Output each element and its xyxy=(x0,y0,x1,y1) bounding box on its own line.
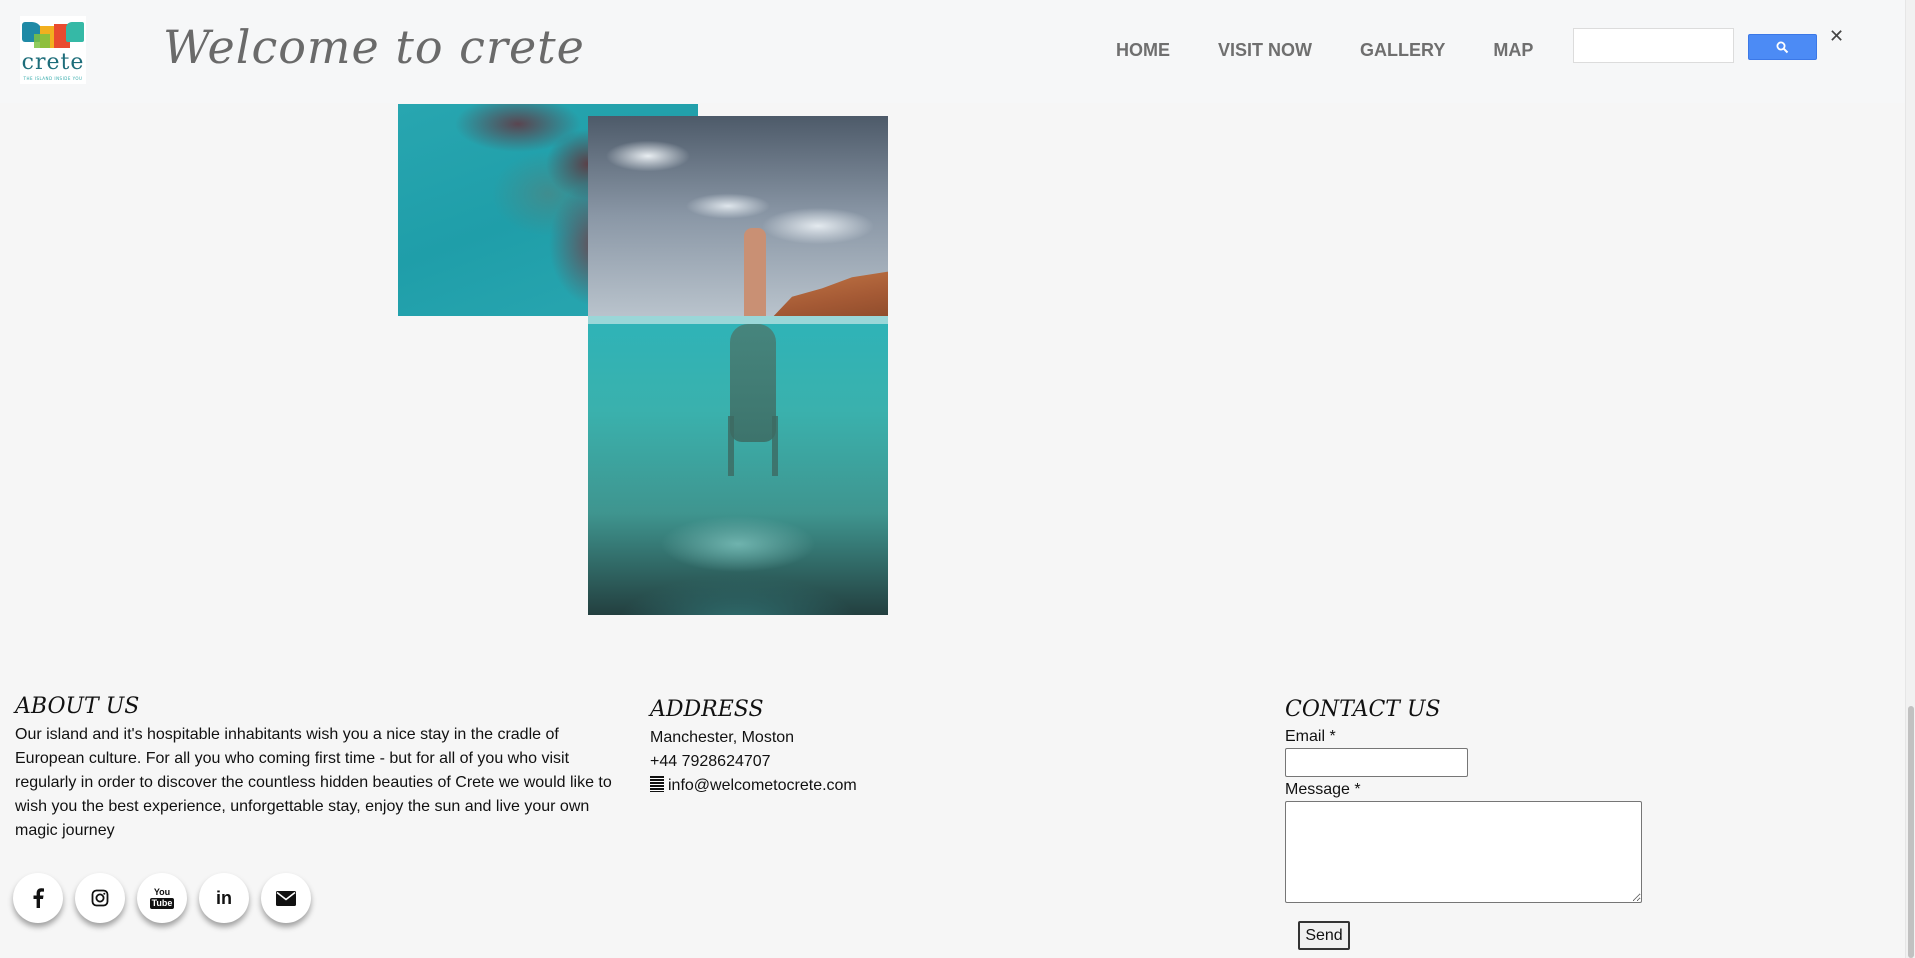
nav-home[interactable]: HOME xyxy=(1116,40,1170,61)
crete-logo[interactable]: crete THE ISLAND INSIDE YOU xyxy=(20,16,86,84)
message-field[interactable] xyxy=(1285,801,1642,903)
contact-section: CONTACT US Email * Message * xyxy=(1285,697,1685,907)
close-icon[interactable]: ✕ xyxy=(1829,26,1844,47)
youtube-icon[interactable]: You Tube xyxy=(137,873,187,923)
youtube-you: You xyxy=(153,886,171,897)
facebook-icon[interactable] xyxy=(13,873,63,923)
facebook-glyph xyxy=(33,888,44,908)
social-links: You Tube in xyxy=(13,873,323,923)
scrollbar-thumb[interactable] xyxy=(1908,706,1914,958)
photo-waterline xyxy=(588,316,888,324)
message-label: Message * xyxy=(1285,781,1361,798)
envelope-glyph xyxy=(276,890,296,906)
linkedin-glyph: in xyxy=(216,887,232,908)
email-label: Email * xyxy=(1285,728,1336,745)
about-heading: ABOUT US xyxy=(15,694,140,719)
search-input[interactable] xyxy=(1573,28,1734,63)
address-email-row: info@welcometocrete.com xyxy=(650,774,1150,798)
instagram-glyph xyxy=(91,889,109,907)
main-nav: HOME VISIT NOW GALLERY MAP xyxy=(1116,40,1581,61)
photo-legs xyxy=(744,228,766,320)
address-email[interactable]: info@welcometocrete.com xyxy=(668,777,857,794)
send-button[interactable]: Send xyxy=(1298,921,1350,950)
address-section: ADDRESS Manchester, Moston +44 792862470… xyxy=(650,697,1150,798)
linkedin-icon[interactable]: in xyxy=(199,873,249,923)
logo-tagline: THE ISLAND INSIDE YOU xyxy=(23,76,83,81)
contact-heading: CONTACT US xyxy=(1285,697,1441,722)
search-icon xyxy=(1776,41,1789,53)
about-section: ABOUT US Our island and it's hospitable … xyxy=(15,694,625,843)
logo-shape xyxy=(66,22,84,42)
email-field[interactable] xyxy=(1285,748,1468,777)
logo-shape xyxy=(34,34,50,48)
site-title: Welcome to crete xyxy=(163,20,585,74)
email-icon xyxy=(650,776,664,792)
search-button[interactable] xyxy=(1748,34,1817,60)
nav-visit-now[interactable]: VISIT NOW xyxy=(1218,40,1312,61)
address-city: Manchester, Moston xyxy=(650,729,795,746)
envelope-icon[interactable] xyxy=(261,873,311,923)
nav-gallery[interactable]: GALLERY xyxy=(1360,40,1445,61)
nav-map[interactable]: MAP xyxy=(1493,40,1533,61)
logo-text: crete xyxy=(21,50,85,75)
page-scrollbar[interactable] xyxy=(1905,0,1915,958)
youtube-tube: Tube xyxy=(149,897,175,909)
underwater-handstand-photo xyxy=(588,116,888,615)
address-heading: ADDRESS xyxy=(650,697,764,722)
address-phone: +44 7928624707 xyxy=(650,753,771,770)
site-header: crete THE ISLAND INSIDE YOU Welcome to c… xyxy=(0,0,1905,103)
instagram-icon[interactable] xyxy=(75,873,125,923)
photo-arms xyxy=(728,416,778,476)
about-text: Our island and it's hospitable inhabitan… xyxy=(15,726,612,839)
